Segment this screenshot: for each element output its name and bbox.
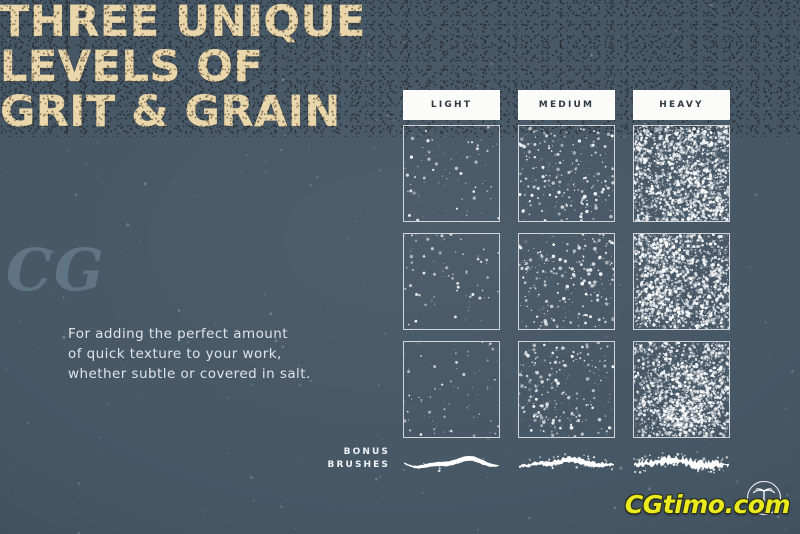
swatch-light-3[interactable] (403, 341, 500, 438)
poster-canvas: CG THREE UNIQUE LEVELS OF GRIT & GRAIN F… (0, 0, 800, 534)
grain-texture (404, 126, 499, 221)
grid-column-heavy: HEAVY (633, 90, 730, 449)
column-header-heavy: HEAVY (633, 90, 730, 120)
column-header-medium: MEDIUM (518, 90, 615, 120)
bonus-brushes-label: BONUS BRUSHES (250, 446, 390, 472)
description-line-2: of quick texture to your work, (68, 346, 282, 362)
brush-rough-icon (633, 452, 729, 474)
grain-texture (404, 234, 499, 329)
headline-line-2: LEVELS OF (0, 43, 800, 92)
watermark-cgtimo: CGtimo.com (624, 480, 791, 526)
headline-line-1: THREE UNIQUE (0, 0, 800, 47)
brush-stroke-rough[interactable] (633, 446, 730, 480)
column-header-label: MEDIUM (538, 100, 595, 110)
swatch-medium-1[interactable] (518, 125, 615, 222)
description-line-1: For adding the perfect amount (68, 326, 289, 342)
brush-stroke-smooth[interactable] (403, 446, 500, 480)
column-header-light: LIGHT (403, 90, 500, 120)
grain-texture (519, 342, 614, 437)
grain-texture (519, 234, 614, 329)
grain-texture (404, 342, 499, 437)
swatch-medium-3[interactable] (518, 341, 615, 438)
column-header-label: LIGHT (430, 100, 473, 110)
brush-textured-icon (519, 453, 614, 471)
grain-texture (634, 126, 729, 221)
bonus-label-line-1: BONUS (343, 447, 390, 457)
grid-column-medium: MEDIUM (518, 90, 615, 449)
swatch-heavy-1[interactable] (633, 125, 730, 222)
bonus-brush-row (403, 446, 731, 480)
watermark-cg-faint: CG (6, 236, 106, 304)
grain-texture (634, 342, 729, 437)
swatch-heavy-3[interactable] (633, 341, 730, 438)
brush-stroke-textured[interactable] (518, 446, 615, 480)
column-header-label: HEAVY (659, 100, 704, 110)
grain-texture (519, 126, 614, 221)
swatch-light-1[interactable] (403, 125, 500, 222)
sample-grid: LIGHT MEDIUM HEAVY (403, 90, 731, 449)
swatch-heavy-2[interactable] (633, 233, 730, 330)
grain-texture (634, 234, 729, 329)
swatch-medium-2[interactable] (518, 233, 615, 330)
swatch-light-2[interactable] (403, 233, 500, 330)
brush-smooth-icon (403, 455, 499, 473)
bonus-label-line-2: BRUSHES (327, 460, 390, 470)
watermark-brand-text: CGtimo.com (624, 489, 791, 519)
description-text: For adding the perfect amount of quick t… (68, 324, 368, 384)
grid-column-light: LIGHT (403, 90, 500, 449)
description-line-3: whether subtle or covered in salt. (68, 366, 311, 382)
